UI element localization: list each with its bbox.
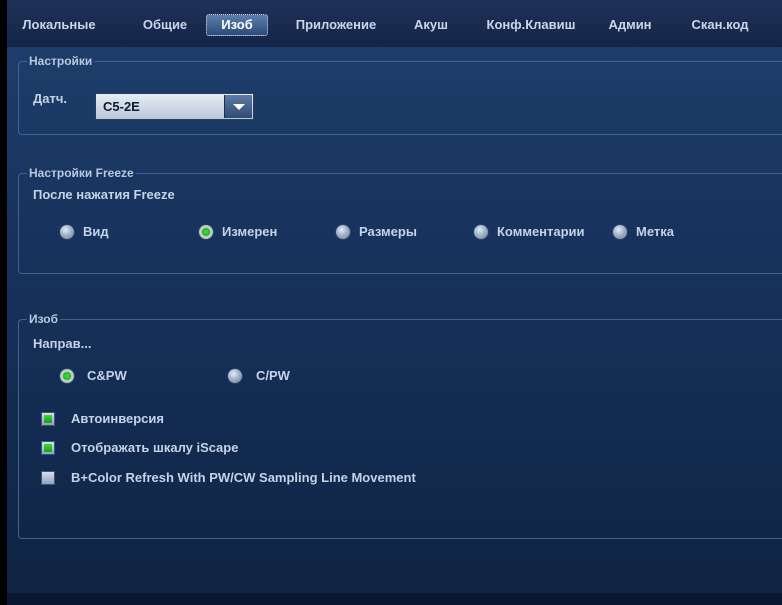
tab-bar: Локальные Общие Изоб Приложение Акуш Кон… [7, 0, 782, 47]
freeze-option-measure-radio[interactable] [199, 225, 213, 239]
freeze-option-comments-label[interactable]: Комментарии [497, 224, 585, 239]
direction-cpw-and-label[interactable]: C&PW [87, 368, 127, 383]
tab-admin[interactable]: Админ [603, 14, 657, 36]
direction-cpw-slash-radio[interactable] [228, 369, 242, 383]
settings-legend: Настройки [29, 54, 93, 68]
tab-local[interactable]: Локальные [16, 14, 102, 36]
color-refresh-label[interactable]: B+Color Refresh With PW/CW Sampling Line… [71, 470, 416, 485]
bottom-strip [7, 593, 782, 605]
freeze-option-mark-radio[interactable] [613, 225, 627, 239]
freeze-option-comments-radio[interactable] [474, 225, 488, 239]
color-refresh-checkbox[interactable] [41, 471, 55, 485]
direction-label: Направ... [33, 336, 92, 351]
probe-dropdown[interactable]: C5-2E [95, 93, 254, 120]
direction-cpw-and-radio[interactable] [60, 369, 74, 383]
freeze-settings-group: Настройки Freeze [18, 166, 782, 274]
chevron-down-icon[interactable] [224, 95, 252, 118]
freeze-subtitle: После нажатия Freeze [33, 187, 175, 202]
tab-application[interactable]: Приложение [286, 14, 386, 36]
image-legend: Изоб [29, 312, 59, 326]
probe-label: Датч. [33, 91, 68, 106]
tab-general[interactable]: Общие [137, 14, 193, 36]
tab-scan-code[interactable]: Скан.код [681, 14, 759, 36]
show-iscape-scale-label[interactable]: Отображать шкалу iScape [71, 440, 238, 455]
auto-invert-checkbox[interactable] [41, 412, 55, 426]
direction-cpw-slash-label[interactable]: C/PW [256, 368, 290, 383]
freeze-legend: Настройки Freeze [29, 166, 134, 180]
probe-value: C5-2E [103, 99, 140, 114]
tab-obstetrics[interactable]: Акуш [409, 14, 453, 36]
freeze-option-view-label[interactable]: Вид [83, 224, 109, 239]
tab-image[interactable]: Изоб [206, 14, 268, 36]
freeze-option-sizes-radio[interactable] [336, 225, 350, 239]
tab-key-config[interactable]: Конф.Клавиш [481, 14, 581, 36]
freeze-option-mark-label[interactable]: Метка [636, 224, 674, 239]
freeze-option-sizes-label[interactable]: Размеры [359, 224, 417, 239]
show-iscape-scale-checkbox[interactable] [41, 441, 55, 455]
auto-invert-label[interactable]: Автоинверсия [71, 411, 164, 426]
preset-screen: Локальные Общие Изоб Приложение Акуш Кон… [7, 0, 782, 605]
freeze-option-view-radio[interactable] [60, 225, 74, 239]
freeze-option-measure-label[interactable]: Измерен [222, 224, 277, 239]
